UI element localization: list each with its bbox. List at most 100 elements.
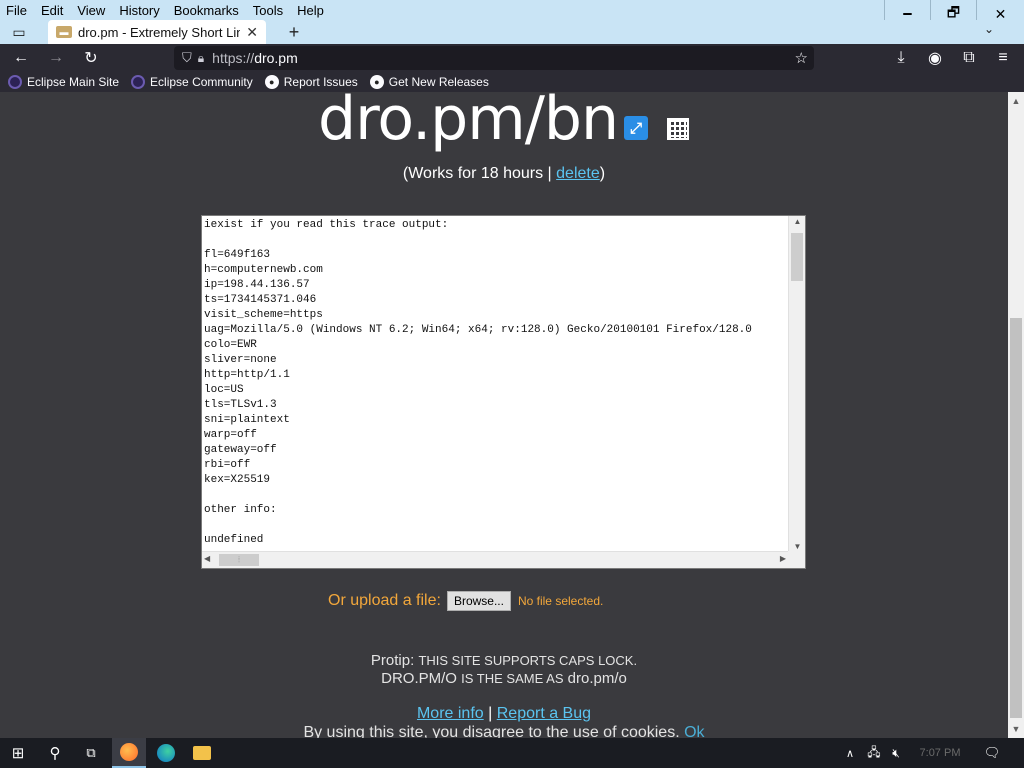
shield-icon[interactable]: ⛉: [182, 50, 192, 66]
bookmark-eclipse-main-site[interactable]: Eclipse Main Site: [8, 75, 119, 89]
page-vertical-scrollbar[interactable]: ▲ ▼: [1008, 92, 1024, 738]
resize-grip-icon[interactable]: [788, 551, 805, 568]
bookmark-star-icon[interactable]: ☆: [795, 49, 808, 67]
edge-icon: [157, 744, 175, 762]
new-tab-button[interactable]: +: [284, 21, 304, 43]
tray-chevron-up-icon[interactable]: ∧: [840, 738, 860, 768]
trace-line: fl=649f163: [204, 249, 271, 261]
protip-text: THIS SITE SUPPORTS CAPS LOCK.: [418, 653, 638, 668]
trace-line: [204, 488, 790, 503]
network-icon[interactable]: 🖧︎: [864, 738, 884, 768]
clock[interactable]: 7:07 PM: [912, 738, 968, 768]
url-host: dro.pm: [254, 50, 298, 66]
external-link-icon[interactable]: ⤢: [624, 116, 648, 140]
firefox-taskbar-icon[interactable]: [112, 738, 146, 768]
tab-active[interactable]: ▬ dro.pm - Extremely Short Links ✕: [48, 20, 266, 44]
site-favicon-icon: ▬: [56, 26, 72, 38]
forward-button[interactable]: →: [45, 48, 67, 68]
scroll-down-arrow-icon[interactable]: ▼: [789, 542, 806, 551]
scroll-right-arrow-icon[interactable]: ▶: [780, 554, 786, 563]
qr-code-icon[interactable]: [667, 118, 689, 140]
navigation-toolbar: ← → ↻ ⛉ 🔒︎ https://dro.pm ☆ ⤓ ◉ ⧉ ≡: [0, 44, 1024, 72]
trace-line: kex=X25519: [204, 474, 271, 486]
trace-line: rbi=off: [204, 459, 251, 471]
account-icon[interactable]: ◉: [924, 48, 946, 68]
tab-title: dro.pm - Extremely Short Links: [78, 24, 241, 40]
cookie-ok-button[interactable]: Ok: [684, 724, 704, 738]
scroll-down-arrow-icon[interactable]: ▼: [1008, 720, 1024, 738]
trace-line: http=http/1.1: [204, 369, 290, 381]
chevron-down-icon[interactable]: ⌄: [984, 22, 994, 36]
windows-start-icon[interactable]: ⊞: [0, 738, 36, 768]
protip: Protip: THIS SITE SUPPORTS CAPS LOCK. DR…: [0, 652, 1008, 688]
delete-link[interactable]: delete: [556, 165, 600, 182]
upload-label: Or upload a file:: [328, 592, 441, 609]
search-icon[interactable]: ⚲: [40, 738, 70, 768]
task-view-icon[interactable]: ⧉: [76, 738, 106, 768]
protip-lower-url: dro.pm/o: [567, 670, 627, 687]
url-text[interactable]: https://dro.pm: [212, 50, 298, 66]
bookmark-label: Eclipse Main Site: [27, 75, 120, 89]
menu-view[interactable]: View: [77, 3, 105, 18]
tab-list-icon[interactable]: ▭: [8, 23, 30, 41]
extensions-icon[interactable]: ⧉: [958, 48, 980, 68]
textarea-vertical-scrollbar[interactable]: ▲ ▼: [788, 216, 805, 552]
edge-taskbar-icon[interactable]: [150, 738, 182, 768]
textarea-horizontal-scrollbar[interactable]: ◀ ⦙ ▶: [202, 551, 788, 568]
tab-close-icon[interactable]: ✕: [246, 24, 258, 41]
lock-icon[interactable]: 🔒︎: [198, 51, 204, 66]
expiry-suffix: ): [599, 165, 606, 182]
bookmark-eclipse-community[interactable]: Eclipse Community: [131, 75, 253, 89]
bookmark-label: Report Issues: [283, 75, 358, 89]
short-url-heading: dro.pm/bn: [318, 92, 619, 154]
trace-line: visit_scheme=https: [204, 309, 323, 321]
trace-line: ip=198.44.136.57: [204, 279, 310, 291]
back-button[interactable]: ←: [10, 48, 32, 68]
trace-line: [204, 518, 790, 533]
scroll-thumb[interactable]: ⦙: [219, 554, 259, 566]
downloads-icon[interactable]: ⤓: [890, 48, 912, 68]
scroll-up-arrow-icon[interactable]: ▲: [789, 217, 806, 226]
url-scheme: https://: [212, 50, 255, 66]
expiry-line: (Works for 18 hours | delete): [0, 165, 1008, 183]
scroll-left-arrow-icon[interactable]: ◀: [204, 554, 210, 563]
trace-line: iexist if you read this trace output:: [204, 219, 449, 231]
firefox-icon: [120, 743, 138, 761]
scroll-up-arrow-icon[interactable]: ▲: [1008, 92, 1024, 110]
menu-bar: File Edit View History Bookmarks Tools H…: [0, 0, 1024, 20]
more-info-link[interactable]: More info: [417, 705, 484, 722]
no-file-status: No file selected.: [517, 594, 604, 608]
bookmark-get-new-releases[interactable]: ● Get New Releases: [369, 75, 489, 89]
trace-textarea[interactable]: iexist if you read this trace output: fl…: [201, 215, 806, 569]
file-explorer-taskbar-icon[interactable]: [186, 738, 218, 768]
volume-muted-icon[interactable]: 🔇︎: [886, 738, 906, 768]
trace-line: loc=US: [204, 384, 244, 396]
trace-line: ts=1734145371.046: [204, 294, 317, 306]
scroll-thumb[interactable]: [791, 233, 803, 281]
bookmark-report-issues[interactable]: ● Report Issues: [264, 75, 358, 89]
notifications-icon[interactable]: 🗨︎: [980, 738, 1004, 768]
url-bar[interactable]: ⛉ 🔒︎ https://dro.pm ☆: [174, 46, 814, 70]
report-bug-link[interactable]: Report a Bug: [497, 705, 591, 722]
browse-button[interactable]: Browse...: [446, 591, 511, 611]
trace-line: tls=TLSv1.3: [204, 399, 277, 411]
expiry-text: (Works for 18 hours |: [402, 165, 557, 182]
menu-tools[interactable]: Tools: [253, 3, 283, 18]
scroll-thumb[interactable]: [1010, 318, 1022, 718]
footer-links: More info | Report a Bug: [0, 705, 1008, 723]
github-icon: ●: [264, 75, 279, 89]
menu-file[interactable]: File: [6, 3, 27, 18]
menu-edit[interactable]: Edit: [41, 3, 63, 18]
menu-history[interactable]: History: [119, 3, 159, 18]
hamburger-menu-icon[interactable]: ≡: [992, 48, 1014, 68]
menu-help[interactable]: Help: [297, 3, 324, 18]
trace-line: warp=off: [204, 429, 257, 441]
reload-button[interactable]: ↻: [80, 48, 102, 68]
protip-caps-url: DRO.PM/O: [381, 670, 457, 687]
menu-bookmarks[interactable]: Bookmarks: [174, 3, 239, 18]
trace-line: sni=plaintext: [204, 414, 290, 426]
trace-line: [204, 233, 790, 248]
protip-same-as: IS THE SAME AS: [461, 671, 564, 686]
bookmarks-toolbar: Eclipse Main Site Eclipse Community ● Re…: [0, 72, 1024, 92]
trace-output[interactable]: iexist if you read this trace output: fl…: [204, 218, 790, 551]
